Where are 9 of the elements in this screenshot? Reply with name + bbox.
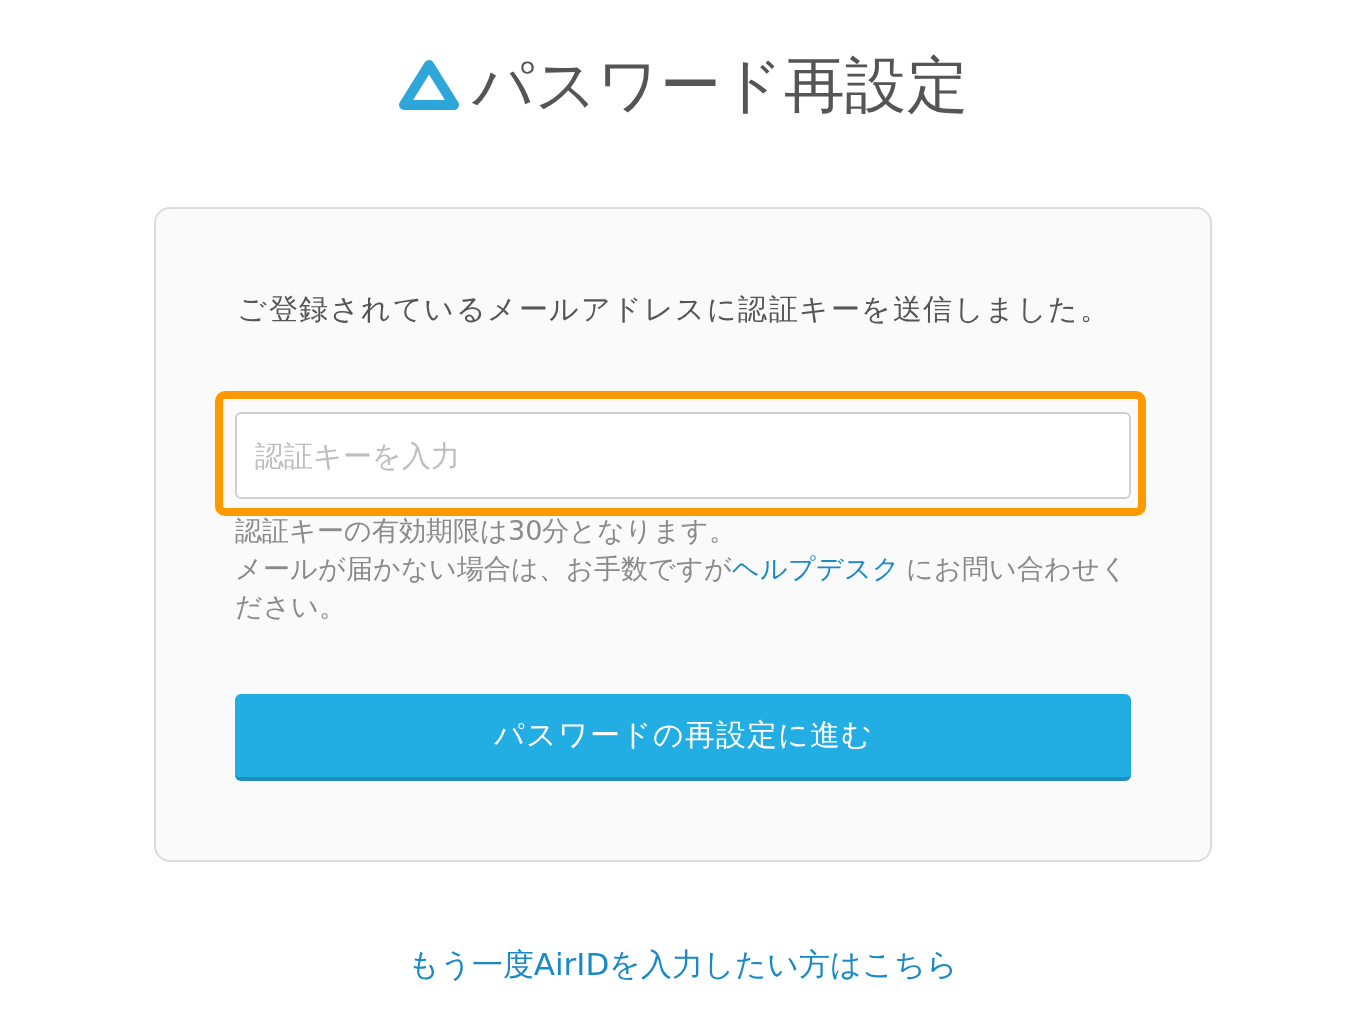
page-title: パスワード再設定 [472,50,968,120]
sent-message: ご登録されているメールアドレスに認証キーを送信しました。 [237,291,1111,328]
validity-note: 認証キーの有効期限は30分となります。 [235,514,738,548]
triangle-logo-icon [398,58,460,112]
submit-button[interactable]: パスワードの再設定に進む [235,694,1131,781]
help-note: メールが届かない場合は、お手数ですがヘルプデスク にお問い合わせください。 [235,552,1129,624]
retry-link[interactable]: もう一度AirIDを入力したい方はこちら [407,942,959,986]
key-input-field[interactable]: 認証キーを入力 [235,412,1131,499]
helpdesk-link[interactable]: ヘルプデスク [732,553,900,584]
